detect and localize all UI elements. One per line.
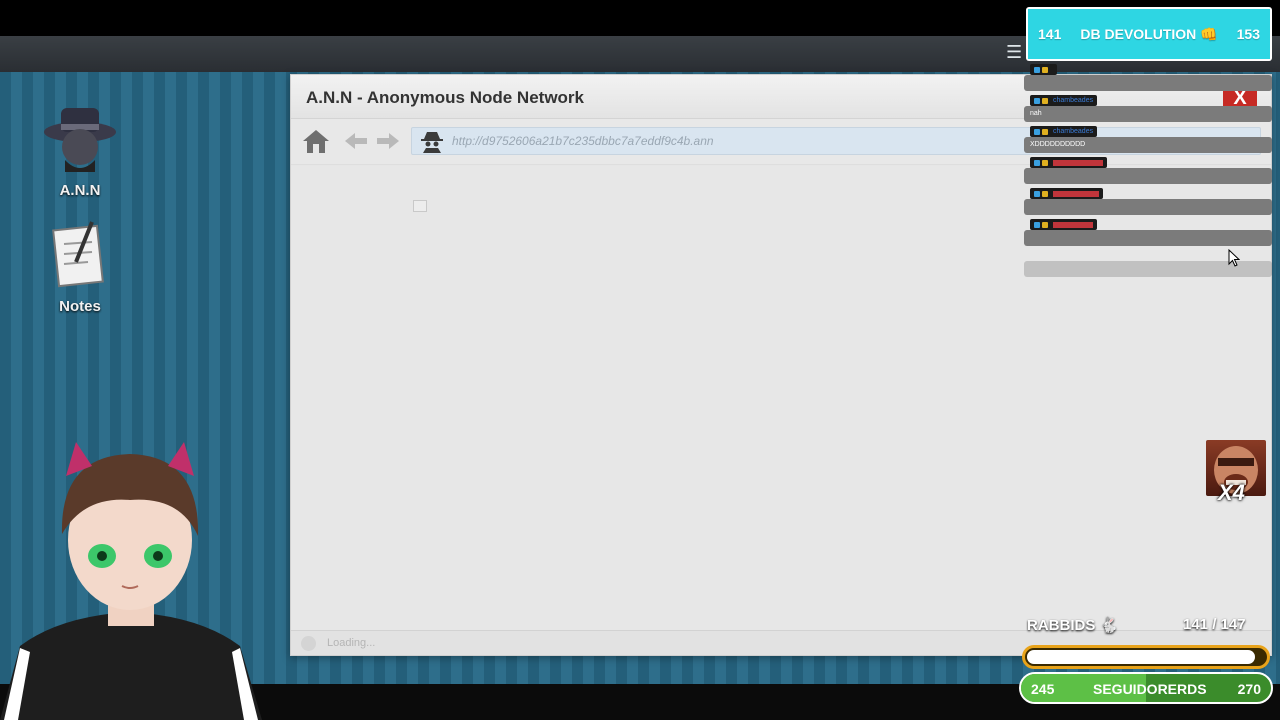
chat-message xyxy=(1024,219,1272,246)
chat-message xyxy=(1024,64,1272,91)
chat-message xyxy=(1024,188,1272,215)
goal-label: DB DEVOLUTION 👊 xyxy=(1080,25,1218,42)
loading-spinner-icon xyxy=(301,636,316,651)
chat-username xyxy=(1053,159,1103,166)
home-button[interactable] xyxy=(301,127,331,155)
chat-username: chambeades xyxy=(1053,97,1094,104)
rabbids-progress-bar xyxy=(1022,645,1270,669)
chat-username xyxy=(1053,221,1093,228)
home-icon xyxy=(303,130,329,153)
chat-username: chambeades xyxy=(1053,128,1094,135)
chat-text xyxy=(1024,199,1272,215)
desktop-icon-notes[interactable]: Notes xyxy=(30,218,130,315)
chat-text xyxy=(1024,230,1272,246)
back-button[interactable] xyxy=(343,127,369,155)
notepad-icon xyxy=(30,218,130,292)
chat-text: nah xyxy=(1024,106,1272,122)
goal-right-value: 153 xyxy=(1236,26,1260,42)
arrow-left-icon xyxy=(345,133,367,149)
chat-text xyxy=(1024,75,1272,91)
forward-button[interactable] xyxy=(375,127,401,155)
wifi-icon[interactable]: ☰ xyxy=(1006,42,1022,63)
spy-icon xyxy=(421,132,443,153)
screen: ☰ A.N.N Notes A.N.N - Anonymous Node Net… xyxy=(0,0,1280,720)
followers-left-value: 245 xyxy=(1031,681,1055,697)
chat-message xyxy=(1024,157,1272,184)
arrow-right-icon xyxy=(377,133,399,149)
desktop-icon-ann[interactable]: A.N.N xyxy=(30,102,130,199)
followers-right-value: 270 xyxy=(1237,681,1261,697)
chat-text: XDDDDDDDDDD xyxy=(1024,137,1272,153)
chat-message: chambeades nah xyxy=(1024,95,1272,122)
goal-widget: 141 DB DEVOLUTION 👊 153 xyxy=(1026,7,1272,61)
window-title: A.N.N - Anonymous Node Network xyxy=(306,88,584,107)
broken-image-icon xyxy=(413,200,427,212)
desktop-icon-label: A.N.N xyxy=(59,182,101,199)
rabbids-progress-fill xyxy=(1027,650,1256,664)
emote-multiplier: X4 xyxy=(1218,480,1245,505)
goal-left-value: 141 xyxy=(1038,26,1062,42)
chat-username xyxy=(1053,190,1099,197)
followers-progress-bar: 245 SEGUIDORERDS 270 xyxy=(1019,672,1273,704)
streamer-avatar xyxy=(0,442,262,720)
rabbids-label: RABBIDS 🐇 xyxy=(1027,617,1119,634)
chat-message: chambeades XDDDDDDDDDD xyxy=(1024,126,1272,153)
mouse-cursor-icon xyxy=(1228,249,1240,267)
chat-text xyxy=(1024,168,1272,184)
rabbids-count: 141 / 147 xyxy=(1183,616,1246,633)
url-text: http://d9752606a21b7c235dbbc7a7eddf9c4b.… xyxy=(452,134,714,148)
hacker-hat-icon xyxy=(30,102,130,176)
followers-label: SEGUIDORERDS xyxy=(1093,681,1207,697)
desktop-icon-label: Notes xyxy=(59,298,101,315)
status-text: Loading... xyxy=(327,637,376,649)
